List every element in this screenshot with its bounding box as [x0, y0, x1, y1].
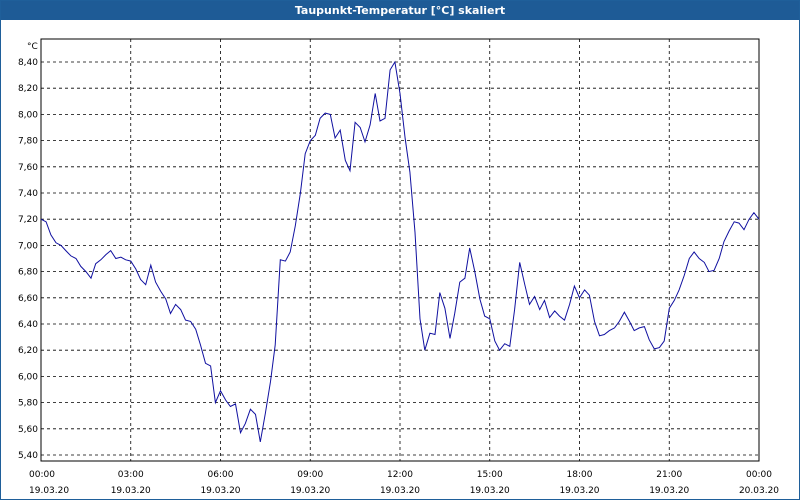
x-tick-date: 19.03.20 — [559, 486, 599, 496]
y-axis: 8,40 8,20 8,00 7,80 7,60 7,40 7,20 7,00 6,80 6,60… — [18, 58, 38, 461]
line-chart: 8,40 8,20 8,00 7,80 7,60 7,40 7,20 7,00 6,80 6,60… — [18, 38, 779, 496]
y-tick-label: 6,00 — [18, 372, 38, 382]
x-tick-date: 19.03.20 — [470, 486, 510, 496]
grid — [41, 39, 759, 461]
x-tick-time: 09:00 — [297, 470, 323, 480]
y-tick-label: 7,20 — [18, 215, 38, 225]
x-tick-time: 18:00 — [567, 470, 593, 480]
x-tick-time: 00:00 — [29, 470, 55, 480]
x-axis: 00:00 19.03.20 03:00 19.03.20 06:00 19.03.20 0… — [29, 470, 779, 496]
x-tick-date: 19.03.20 — [111, 486, 151, 496]
y-tick-label: 7,00 — [18, 241, 38, 251]
x-tick-date: 19.03.20 — [200, 486, 240, 496]
x-tick-time: 00:00 — [746, 470, 772, 480]
y-tick-label: 8,20 — [18, 84, 38, 94]
y-tick-label: 7,60 — [18, 163, 38, 173]
y-tick-label: 8,00 — [18, 110, 38, 120]
x-tick-date: 19.03.20 — [380, 486, 420, 496]
y-tick-label: 7,40 — [18, 189, 38, 199]
x-tick-time: 06:00 — [208, 470, 234, 480]
x-tick-date: 20.03.20 — [739, 486, 779, 496]
y-tick-label: 5,40 — [18, 451, 38, 461]
y-axis-unit: °C — [27, 42, 38, 52]
y-tick-label: 6,80 — [18, 268, 38, 278]
x-tick-time: 12:00 — [387, 470, 413, 480]
x-tick-time: 15:00 — [477, 470, 503, 480]
x-tick-date: 19.03.20 — [29, 486, 69, 496]
chart-window: Taupunkt-Temperatur [°C] skaliert 8,40 8,… — [0, 0, 800, 500]
y-tick-label: 7,80 — [18, 137, 38, 147]
y-tick-label: 6,20 — [18, 346, 38, 356]
y-tick-label: 5,60 — [18, 425, 38, 435]
x-tick-date: 19.03.20 — [649, 486, 689, 496]
y-tick-label: 8,40 — [18, 58, 38, 68]
x-tick-date: 19.03.20 — [290, 486, 330, 496]
x-tick-time: 21:00 — [656, 470, 682, 480]
y-tick-label: 6,60 — [18, 294, 38, 304]
x-tick-time: 03:00 — [118, 470, 144, 480]
y-tick-label: 5,80 — [18, 399, 38, 409]
y-tick-label: 6,40 — [18, 320, 38, 330]
